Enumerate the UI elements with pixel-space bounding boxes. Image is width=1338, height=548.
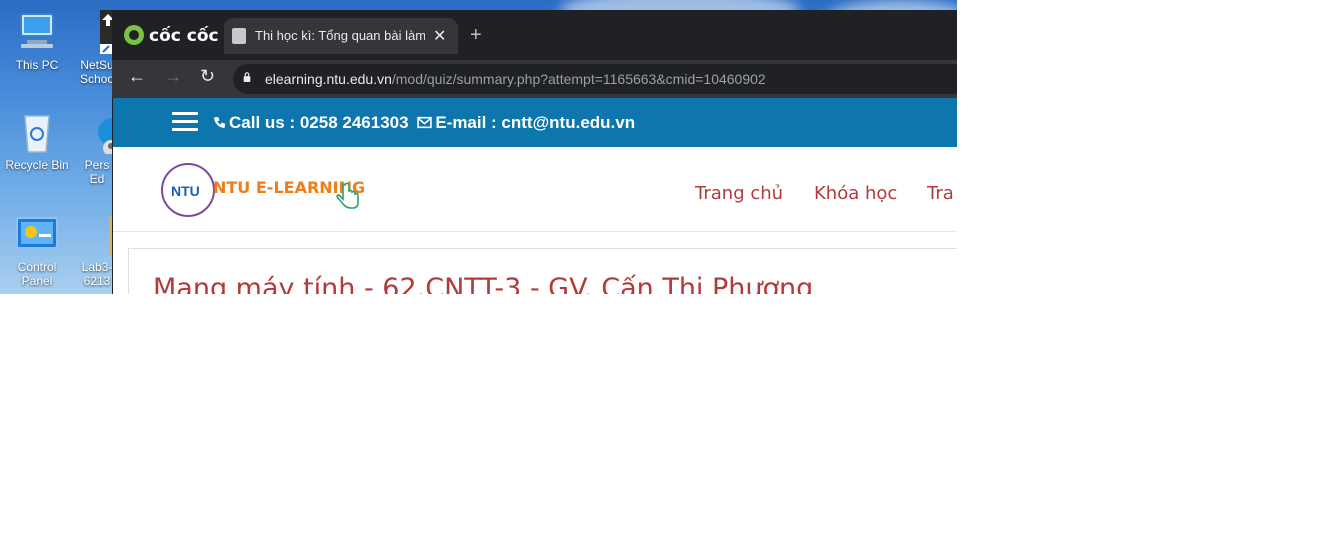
new-tab-icon[interactable]: + (470, 24, 482, 47)
tab-title: Thi học kì: Tổng quan bài làm (255, 28, 425, 43)
control-panel-icon (15, 212, 59, 256)
nav-home[interactable]: Trang chủ (695, 183, 783, 204)
url-path: /mod/quiz/summary.php?attempt=1165663&cm… (391, 71, 766, 87)
hamburger-menu-icon[interactable] (172, 112, 198, 132)
contact-info: Call us : 0258 2461303 E-mail : cntt@ntu… (213, 113, 635, 133)
nav-courses[interactable]: Khóa học (814, 183, 897, 204)
tab-close-icon[interactable]: ✕ (433, 26, 446, 46)
course-title[interactable]: Mạng máy tính - 62.CNTT-3 - GV. Cấn Thị … (153, 273, 813, 294)
computer-icon (15, 10, 59, 54)
nav-more[interactable]: Tra (927, 183, 954, 204)
main-content: Mạng máy tính - 62.CNTT-3 - GV. Cấn Thị … (128, 248, 957, 294)
back-icon[interactable]: ← (128, 66, 146, 87)
forward-icon[interactable]: → (164, 66, 182, 87)
ntu-logo-text: NTU (171, 183, 200, 199)
url-text: elearning.ntu.edu.vn/mod/quiz/summary.ph… (265, 71, 766, 87)
browser-toolbar: ← → ↻ elearning.ntu.edu.vn/mod/quiz/summ… (112, 60, 957, 98)
contact-bar: Call us : 0258 2461303 E-mail : cntt@ntu… (113, 98, 957, 147)
phone-icon (214, 117, 225, 128)
page-favicon-icon (232, 28, 246, 44)
screenshot-area: This PC NetSu Schoo Recycle Bin Pers Ed … (0, 0, 957, 294)
tab-active[interactable]: Thi học kì: Tổng quan bài làm ✕ (224, 18, 458, 54)
email-text[interactable]: E-mail : cntt@ntu.edu.vn (435, 113, 635, 132)
lock-icon (243, 72, 251, 82)
coccoc-logo-icon (124, 25, 144, 45)
recycle-bin-icon (15, 110, 59, 154)
reload-icon[interactable]: ↻ (200, 66, 215, 87)
web-page: Call us : 0258 2461303 E-mail : cntt@ntu… (113, 98, 957, 294)
browser-window: cốc cốc Thi học kì: Tổng quan bài làm ✕ … (112, 10, 957, 294)
address-bar[interactable]: elearning.ntu.edu.vn/mod/quiz/summary.ph… (233, 64, 957, 94)
phone-text: Call us : 0258 2461303 (229, 113, 409, 132)
pointer-hand-icon (336, 182, 359, 209)
tab-strip: cốc cốc Thi học kì: Tổng quan bài làm ✕ … (112, 10, 957, 60)
ntu-logo[interactable]: NTU (161, 163, 215, 217)
site-header: NTU NTU E-LEARNING Trang chủ Khóa học Tr… (113, 147, 957, 232)
mail-icon (417, 116, 433, 129)
browser-brand[interactable]: cốc cốc (124, 25, 219, 46)
url-host: elearning.ntu.edu.vn (265, 71, 392, 87)
browser-brand-text: cốc cốc (149, 26, 219, 46)
